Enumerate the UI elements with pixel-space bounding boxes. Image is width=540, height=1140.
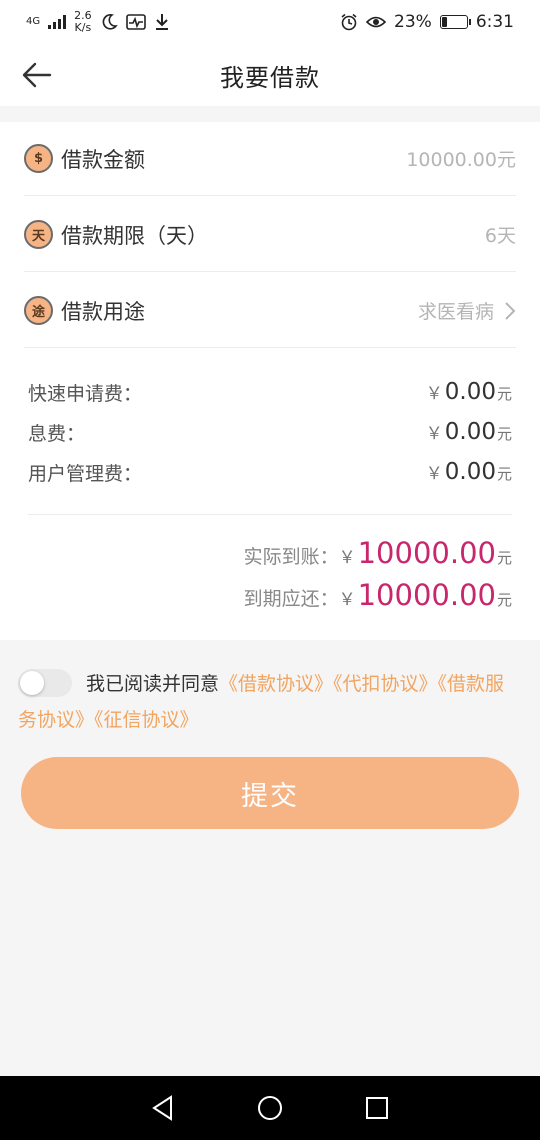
- loan-purpose-left: 途 借款用途: [24, 296, 145, 326]
- total-label: 到期应还：: [243, 588, 339, 610]
- toggle-knob: [20, 670, 44, 695]
- loan-term-row: 天 借款期限（天） 6天: [24, 198, 516, 272]
- speed-unit: K/s: [74, 21, 92, 34]
- nav-bar: 我要借款: [0, 44, 540, 106]
- moon-icon: [102, 14, 118, 30]
- signal-icon: [48, 15, 67, 29]
- network-indicator: 4G: [26, 17, 40, 27]
- loan-purpose-row[interactable]: 途 借款用途 求医看病: [24, 274, 516, 348]
- loan-purpose-select[interactable]: 求医看病: [418, 297, 516, 324]
- chevron-right-icon: [505, 301, 516, 320]
- link-debit-agreement[interactable]: 《代扣协议》: [333, 673, 438, 695]
- nav-home-button[interactable]: [255, 1093, 285, 1123]
- battery-percent: 23%: [394, 12, 432, 32]
- purpose-icon: 途: [24, 296, 53, 325]
- fee-amount: 0.00: [444, 379, 496, 405]
- fee-value: ￥ 0.00 元: [426, 379, 512, 405]
- currency-symbol: ￥: [425, 384, 443, 404]
- circle-home-icon: [257, 1096, 282, 1120]
- fee-label: 息费：: [28, 422, 86, 445]
- back-button[interactable]: [18, 56, 56, 94]
- currency-symbol: ￥: [425, 464, 443, 484]
- page-title: 我要借款: [220, 63, 320, 92]
- total-received-row: 实际到账： ￥ 10000.00 元: [244, 536, 512, 580]
- status-right: 23% 6:31: [340, 12, 514, 32]
- loan-card: $ 借款金额 10000.00元 天 借款期限（天） 6天 途 借款用途 求医看…: [0, 122, 540, 640]
- battery-fill: [441, 17, 448, 27]
- divider: [28, 514, 512, 515]
- fee-value: ￥ 0.00 元: [426, 459, 512, 485]
- nav-recents-button[interactable]: [362, 1093, 392, 1123]
- total-due-row: 到期应还： ￥ 10000.00 元: [244, 578, 512, 622]
- arrow-left-icon: [22, 62, 52, 88]
- loan-purpose-label: 借款用途: [61, 299, 145, 324]
- network-speed: 2.6 K/s: [74, 10, 92, 34]
- square-recents-icon: [365, 1097, 388, 1119]
- currency-symbol: ￥: [338, 590, 356, 610]
- total-label: 实际到账：: [243, 546, 339, 568]
- loan-amount-label: 借款金额: [61, 147, 145, 172]
- total-amount: 10000.00: [357, 578, 496, 612]
- activity-icon: [125, 14, 146, 30]
- fee-label: 快速申请费：: [28, 382, 143, 405]
- triangle-back-icon: [152, 1095, 173, 1121]
- loan-term-value: 6天: [484, 225, 516, 247]
- day-icon: 天: [24, 220, 53, 249]
- status-left: 4G 2.6 K/s: [26, 10, 170, 34]
- fee-row-application: 快速申请费： ￥ 0.00 元: [28, 374, 512, 410]
- fee-unit: 元: [496, 425, 512, 443]
- loan-term-label: 借款期限（天）: [61, 223, 208, 248]
- download-icon: [155, 14, 168, 30]
- submit-button[interactable]: 提交: [21, 757, 519, 829]
- network-type: 4G: [26, 16, 41, 27]
- fee-value: ￥ 0.00 元: [426, 419, 512, 445]
- system-nav-bar: [0, 1076, 540, 1140]
- nav-back-button[interactable]: [148, 1093, 178, 1123]
- loan-amount-value: 10000.00元: [406, 149, 516, 171]
- total-unit: 元: [496, 549, 512, 567]
- fee-label: 用户管理费：: [28, 462, 143, 485]
- link-loan-agreement[interactable]: 《借款协议》: [219, 673, 333, 695]
- currency-symbol: ￥: [338, 548, 356, 568]
- fee-amount: 0.00: [444, 419, 496, 445]
- alarm-icon: [341, 13, 357, 31]
- dollar-icon: $: [24, 144, 53, 173]
- screen: 4G 2.6 K/s 23% 6:31 我要借款 $ 借款金额 10000.00…: [0, 0, 540, 1140]
- loan-amount-left: $ 借款金额: [24, 144, 145, 174]
- fee-row-interest: 息费： ￥ 0.00 元: [28, 414, 512, 450]
- battery-icon: [439, 15, 471, 29]
- agreement: 我已阅读并同意《借款协议》《代扣协议》《借款服务协议》《征信协议》: [18, 666, 522, 738]
- agreement-text: 我已阅读并同意: [86, 673, 220, 695]
- total-amount: 10000.00: [357, 536, 496, 570]
- clock: 6:31: [475, 12, 514, 32]
- link-credit-agreement[interactable]: 《征信协议》: [94, 709, 199, 731]
- fee-unit: 元: [496, 465, 512, 483]
- agreement-toggle[interactable]: [18, 668, 72, 697]
- loan-purpose-value: 求医看病: [417, 301, 494, 323]
- fee-row-management: 用户管理费： ￥ 0.00 元: [28, 454, 512, 490]
- loan-amount-row: $ 借款金额 10000.00元: [24, 122, 516, 196]
- fee-unit: 元: [496, 385, 512, 403]
- status-bar: 4G 2.6 K/s 23% 6:31: [0, 0, 540, 44]
- total-unit: 元: [496, 591, 512, 609]
- eye-icon: [366, 16, 387, 28]
- loan-term-left: 天 借款期限（天）: [24, 220, 208, 250]
- fee-amount: 0.00: [444, 459, 496, 485]
- currency-symbol: ￥: [425, 424, 443, 444]
